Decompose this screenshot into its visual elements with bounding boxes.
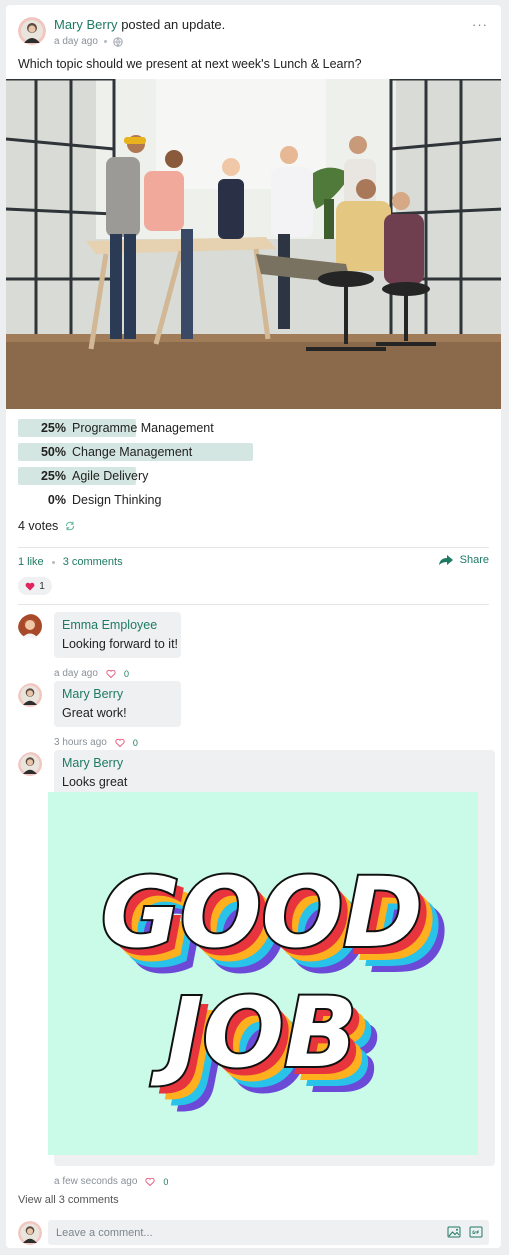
post-time[interactable]: a day ago [54,36,98,47]
post-photo[interactable] [6,79,501,409]
poll: 25% Programme Management 50% Change Mana… [18,419,488,515]
share-icon [438,555,453,565]
comment-like-count: 0 [132,737,138,748]
commenter-name[interactable]: Mary Berry [62,756,487,770]
poll-label: Design Thinking [72,493,162,507]
gif-text: JOB [151,977,358,1089]
poll-label: Change Management [72,445,193,459]
current-user-avatar [18,1221,42,1245]
reaction-count: 1 [39,580,45,592]
commenter-name[interactable]: Emma Employee [62,618,173,632]
commenter-avatar[interactable] [18,683,46,711]
comment-item: Mary Berry Great work! 3 hours ago 0 [18,681,489,748]
poll-percent: 25% [40,421,66,435]
reaction-badge[interactable]: 1 [18,577,52,595]
poll-option[interactable]: 25% Agile Delivery [18,467,488,485]
post-text: Which topic should we present at next we… [18,57,362,71]
comment-bubble: Emma Employee Looking forward to it! [54,612,181,658]
comment-text: Looking forward to it! [62,637,179,651]
engagement-bar: 1 like 3 comments Share [18,554,489,568]
composer-icons [447,1225,483,1239]
likes-link[interactable]: 1 like [18,556,44,568]
globe-icon [113,36,123,47]
gif-icon[interactable] [469,1225,483,1239]
heart-outline-icon[interactable] [106,669,116,679]
comment-input[interactable] [48,1220,489,1245]
heart-icon [25,582,35,590]
comment-bubble: Mary Berry Great work! [54,681,181,727]
comment-meta: a few seconds ago 0 [54,1176,168,1187]
comment-item: Emma Employee Looking forward to it! a d… [18,612,489,679]
author-action: posted an update. [121,17,226,32]
gif-text: GOOD [101,857,423,969]
comment-meta: a day ago 0 [54,668,129,679]
post-card: Mary Berry posted an update. a day ago ·… [6,5,501,1248]
comment-like-count: 0 [123,668,129,679]
votes-label: 4 votes [18,519,59,533]
poll-percent: 0% [47,493,66,507]
poll-option[interactable]: 25% Programme Management [18,419,488,437]
share-label: Share [459,554,489,566]
poll-percent: 25% [40,469,66,483]
comments-link[interactable]: 3 comments [63,556,123,568]
comment-text: Great work! [62,706,127,720]
divider [18,547,489,548]
author-avatar[interactable] [18,17,46,45]
post-header: Mary Berry posted an update. a day ago ·… [18,17,488,57]
image-upload-icon[interactable] [447,1225,461,1239]
commenter-avatar[interactable] [18,614,46,642]
meta-separator [103,40,107,43]
comment-time: a few seconds ago [54,1176,138,1187]
view-all-comments-link[interactable]: View all 3 comments [18,1194,119,1206]
post-meta: a day ago [54,36,123,47]
divider [18,604,489,605]
comment-gif[interactable]: GOOD GOOD GOOD GOOD GOOD JOB JOB JOB JOB… [48,792,478,1155]
heart-outline-icon[interactable] [145,1177,156,1187]
heart-outline-icon[interactable] [115,738,125,748]
comment-time: a day ago [54,668,98,679]
poll-option[interactable]: 50% Change Management [18,443,488,461]
more-options-button[interactable]: ··· [472,17,488,32]
engagement-separator [51,560,55,564]
author-name[interactable]: Mary Berry [54,17,118,32]
poll-label: Programme Management [72,421,214,435]
comment-time: 3 hours ago [54,737,107,748]
vote-count: 4 votes [18,519,76,533]
commenter-avatar[interactable] [18,752,46,780]
share-button[interactable]: Share [438,554,489,566]
poll-option[interactable]: 0% Design Thinking [18,491,488,509]
refresh-icon[interactable] [64,520,76,532]
comment-composer [18,1219,489,1247]
commenter-name[interactable]: Mary Berry [62,687,173,701]
poll-percent: 50% [40,445,66,459]
comment-meta: 3 hours ago 0 [54,737,138,748]
comment-text: Looks great [62,775,128,789]
poll-label: Agile Delivery [72,469,149,483]
author-line: Mary Berry posted an update. [54,17,225,32]
comment-like-count: 0 [163,1176,169,1187]
